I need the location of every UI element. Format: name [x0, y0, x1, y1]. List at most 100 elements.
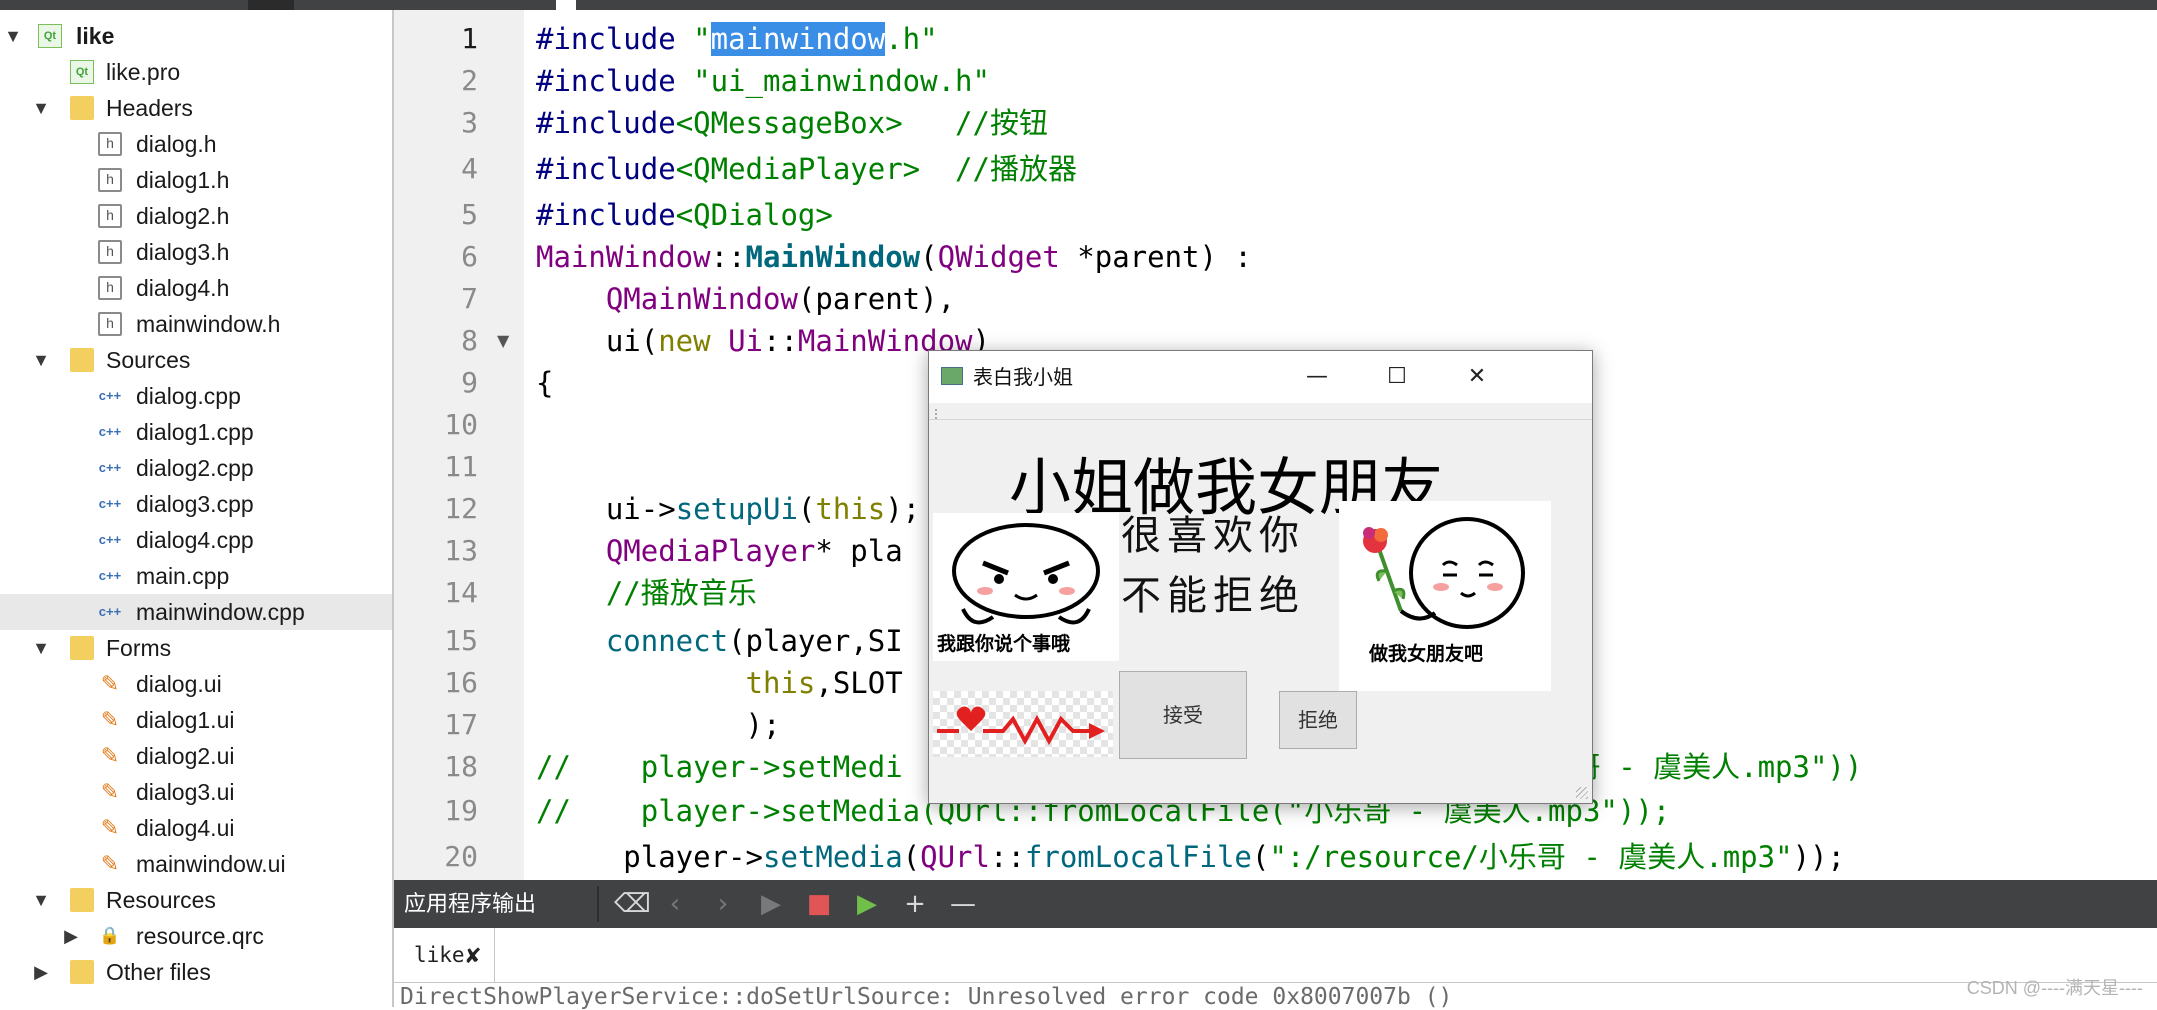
code-line[interactable]: #include<QMessageBox> //按钮: [536, 102, 1048, 144]
tree-file-resource-qrc[interactable]: ▶ 🔒 resource.qrc: [0, 918, 392, 954]
collapse-arrow-icon[interactable]: ▼: [4, 18, 22, 54]
code-token: ::: [763, 324, 798, 358]
project-tree[interactable]: ▼ Qt like Qt like.pro ▼ Headers h dialog.h h dialo…: [0, 10, 394, 1007]
tree-root-like[interactable]: ▼ Qt like: [0, 18, 392, 54]
fold-arrow-icon[interactable]: ▼: [497, 320, 515, 362]
code-token: setupUi: [675, 492, 798, 526]
cpp-file-icon: c++: [98, 604, 122, 619]
tree-item-label: Sources: [106, 347, 191, 373]
code-line[interactable]: QMediaPlayer* pla: [536, 530, 903, 572]
tree-file-dialog3-cpp[interactable]: c++ dialog3.cpp: [0, 486, 392, 522]
tree-folder-sources[interactable]: ▼ Sources: [0, 342, 392, 378]
tree-item-label: dialog.cpp: [136, 383, 241, 409]
next-icon[interactable]: ›: [708, 889, 738, 919]
output-tab-like[interactable]: like ✘: [394, 928, 495, 982]
code-token: );: [885, 492, 921, 526]
tree-item-label: Other files: [106, 959, 211, 985]
output-pane-title: 应用程序输出: [404, 891, 537, 916]
sticker-image-left: 我跟你说个事哦: [933, 513, 1119, 661]
line-number: 12: [444, 492, 478, 525]
tree-file-mainwindow-cpp[interactable]: c++ mainwindow.cpp: [0, 594, 392, 630]
other-files-folder-icon: [70, 960, 94, 984]
code-line[interactable]: player->setMedia(QUrl::fromLocalFile(":/…: [536, 836, 1845, 878]
tree-file-dialog-cpp[interactable]: c++ dialog.cpp: [0, 378, 392, 414]
code-line[interactable]: #include<QMediaPlayer> //播放器: [536, 148, 1077, 190]
minimize-icon[interactable]: —: [1277, 351, 1357, 403]
code-line[interactable]: #include "ui_mainwindow.h": [536, 60, 990, 102]
resize-grip[interactable]: [1576, 787, 1588, 799]
line-number: 5: [461, 198, 478, 231]
code-token: this: [745, 666, 816, 700]
header-file-icon: h: [98, 276, 122, 300]
tree-item-like-pro[interactable]: Qt like.pro: [0, 54, 392, 90]
collapse-arrow-icon[interactable]: ▼: [32, 882, 50, 918]
accept-button[interactable]: 接受: [1119, 671, 1247, 759]
ui-form-icon: ✎: [100, 671, 120, 696]
code-line[interactable]: //播放音乐: [536, 572, 757, 614]
tree-file-dialog3-ui[interactable]: ✎ dialog3.ui: [0, 774, 392, 810]
line-number: 18: [444, 750, 478, 783]
code-token: //播放器: [920, 152, 1077, 186]
collapse-arrow-icon[interactable]: ▼: [32, 630, 50, 666]
tree-file-mainwindow-h[interactable]: h mainwindow.h: [0, 306, 392, 342]
tree-file-mainwindow-ui[interactable]: ✎ mainwindow.ui: [0, 846, 392, 882]
broom-icon[interactable]: ⌫: [614, 889, 651, 919]
debug-run-icon[interactable]: ▶: [852, 889, 882, 919]
tree-file-dialog4-h[interactable]: h dialog4.h: [0, 270, 392, 306]
stop-icon[interactable]: ■: [804, 889, 834, 919]
code-line[interactable]: MainWindow::MainWindow(QWidget *parent) …: [536, 236, 1252, 278]
tree-file-dialog3-h[interactable]: h dialog3.h: [0, 234, 392, 270]
tree-file-dialog2-ui[interactable]: ✎ dialog2.ui: [0, 738, 392, 774]
tree-folder-headers[interactable]: ▼ Headers: [0, 90, 392, 126]
tree-folder-resources[interactable]: ▼ Resources: [0, 882, 392, 918]
tree-file-dialog2-h[interactable]: h dialog2.h: [0, 198, 392, 234]
tree-file-dialog4-ui[interactable]: ✎ dialog4.ui: [0, 810, 392, 846]
tree-file-dialog1-cpp[interactable]: c++ dialog1.cpp: [0, 414, 392, 450]
tree-file-main-cpp[interactable]: c++ main.cpp: [0, 558, 392, 594]
tree-folder-forms[interactable]: ▼ Forms: [0, 630, 392, 666]
expand-arrow-icon[interactable]: ▶: [32, 954, 50, 990]
tree-item-label: dialog.ui: [136, 671, 222, 697]
code-line[interactable]: #include "mainwindow.h": [536, 18, 938, 60]
tree-file-dialog1-h[interactable]: h dialog1.h: [0, 162, 392, 198]
code-line[interactable]: {: [536, 362, 553, 404]
code-token: QUrl: [920, 840, 990, 874]
close-icon[interactable]: ✕: [1437, 351, 1517, 403]
maximize-icon[interactable]: ☐: [1357, 351, 1437, 403]
code-token: connect: [605, 624, 729, 658]
cpp-file-icon: c++: [98, 388, 122, 403]
tree-file-dialog-ui[interactable]: ✎ dialog.ui: [0, 666, 392, 702]
run-icon[interactable]: ▶: [756, 889, 786, 919]
line-number: 9: [461, 366, 478, 399]
code-line[interactable]: connect(player,SI: [536, 620, 903, 662]
code-line[interactable]: ui(new Ui::MainWindow): [536, 320, 990, 362]
code-line[interactable]: ui->setupUi(this);: [536, 488, 920, 530]
dialog-titlebar[interactable]: 表白我小姐 — ☐ ✕: [929, 351, 1592, 403]
prev-icon[interactable]: ‹: [660, 889, 690, 919]
tree-file-dialog2-cpp[interactable]: c++ dialog2.cpp: [0, 450, 392, 486]
expand-arrow-icon[interactable]: ▶: [62, 918, 80, 954]
code-token: QWidget: [937, 240, 1060, 274]
tree-file-dialog4-cpp[interactable]: c++ dialog4.cpp: [0, 522, 392, 558]
code-line[interactable]: QMainWindow(parent),: [536, 278, 955, 320]
tree-item-label: Headers: [106, 95, 193, 121]
cpp-file-icon: c++: [98, 424, 122, 439]
code-line[interactable]: );: [536, 704, 781, 746]
code-token: .h": [885, 22, 938, 56]
minus-icon[interactable]: —: [948, 889, 978, 919]
ui-form-icon: ✎: [100, 779, 120, 804]
tree-file-dialog-h[interactable]: h dialog.h: [0, 126, 392, 162]
plus-icon[interactable]: +: [900, 889, 930, 919]
collapse-arrow-icon[interactable]: ▼: [32, 90, 50, 126]
top-tab-marker: [556, 0, 576, 10]
code-line[interactable]: this,SLOT: [536, 662, 903, 704]
reject-button[interactable]: 拒绝: [1279, 691, 1357, 749]
collapse-arrow-icon[interactable]: ▼: [32, 342, 50, 378]
tree-folder-other[interactable]: ▶ Other files: [0, 954, 392, 990]
code-token: (: [902, 840, 921, 874]
tree-item-label: Resources: [106, 887, 216, 913]
tree-file-dialog1-ui[interactable]: ✎ dialog1.ui: [0, 702, 392, 738]
close-icon[interactable]: ✘: [466, 928, 480, 982]
code-line[interactable]: #include<QDialog>: [536, 194, 833, 236]
